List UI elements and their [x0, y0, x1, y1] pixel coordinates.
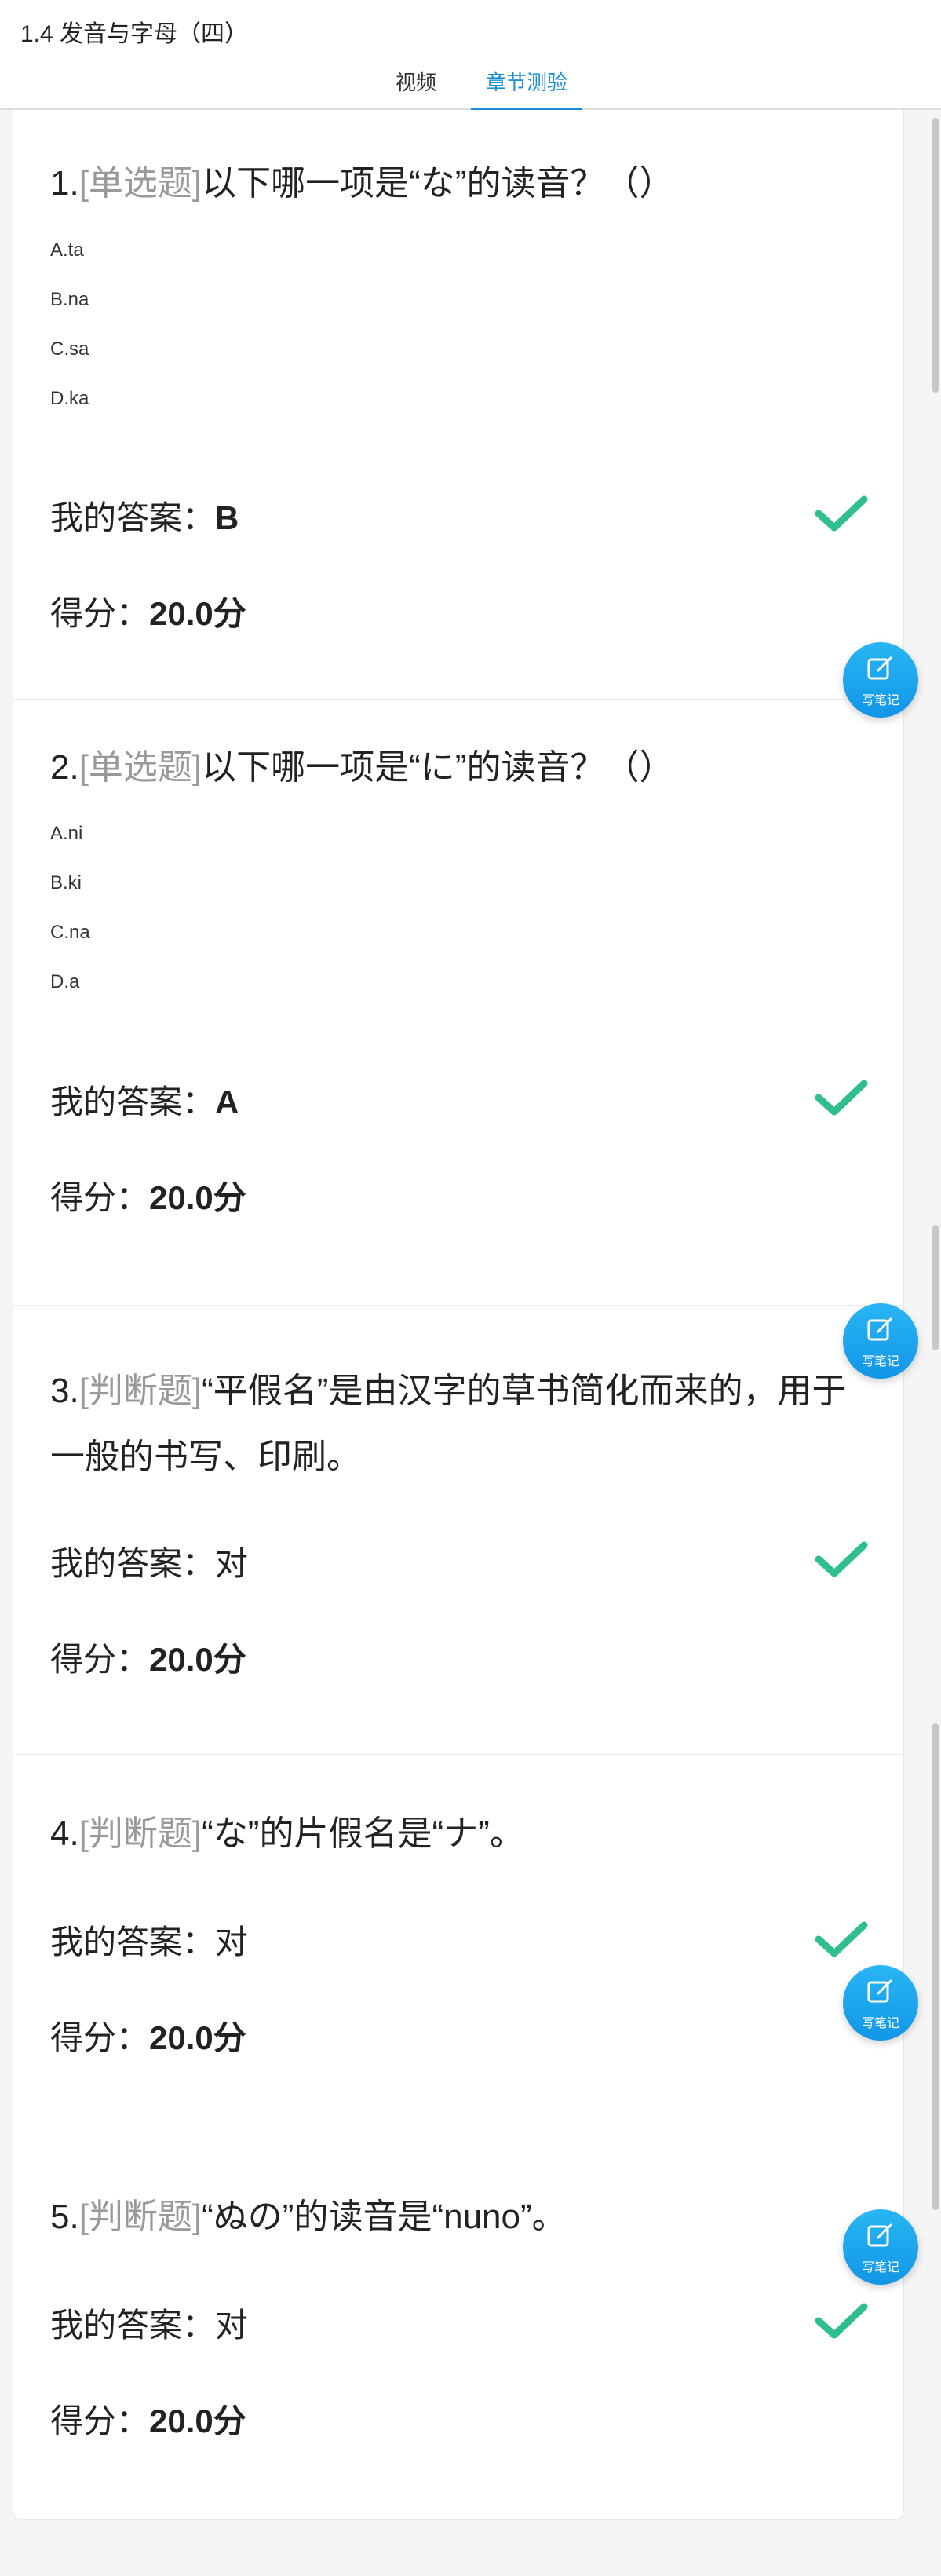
- score-prefix: 得分：: [50, 2019, 150, 2056]
- question-number: 2.: [50, 748, 79, 787]
- score: 得分：20.0分: [50, 1171, 246, 1219]
- write-note-button[interactable]: 写笔记: [843, 1303, 918, 1379]
- option-c: C.na: [50, 922, 90, 943]
- correct-check-icon: [815, 2303, 868, 2339]
- score-value: 20.0分: [149, 2402, 246, 2439]
- score-prefix: 得分：: [50, 1179, 150, 1216]
- question-number: 4.: [50, 1814, 79, 1853]
- question-type-tag: [判断题]: [78, 1814, 202, 1853]
- question-number: 3.: [50, 1372, 79, 1410]
- scrollbar-thumb[interactable]: [932, 1225, 939, 1350]
- score-prefix: 得分：: [50, 2402, 150, 2439]
- question-4: 4.[判断题]“な”的片假名是“ナ”。 我的答案：对 得分：20.0分: [13, 1754, 903, 2139]
- score-value: 20.0分: [149, 1179, 246, 1216]
- question-text: 以下哪一项是“に”的读音？（）: [202, 748, 674, 787]
- write-note-label: 写笔记: [861, 2261, 899, 2275]
- question-type-tag: [单选题]: [78, 748, 202, 787]
- question-text: “な”的片假名是“ナ”。: [202, 1814, 524, 1853]
- question-1: 1.[单选题]以下哪一项是“な”的读音？（） A.ta B.na C.sa D.…: [13, 110, 903, 700]
- score: 得分：20.0分: [50, 2395, 246, 2443]
- option-b: B.na: [50, 289, 89, 310]
- answer-prefix: 我的答案：: [50, 1924, 216, 1960]
- score-value: 20.0分: [149, 2019, 246, 2056]
- score-prefix: 得分：: [50, 595, 150, 632]
- question-number: 1.: [50, 164, 79, 203]
- edit-note-icon: [867, 656, 892, 680]
- option-c: C.sa: [50, 338, 89, 360]
- write-note-button[interactable]: 写笔记: [843, 1965, 918, 2041]
- question-type-tag: [单选题]: [78, 164, 202, 203]
- score-value: 20.0分: [149, 595, 246, 632]
- question-text: 以下哪一项是“な”的读音？（）: [202, 164, 674, 203]
- scrollbar-thumb[interactable]: [932, 118, 939, 393]
- edit-note-icon: [867, 2223, 892, 2247]
- question-text: “ぬの”的读音是“nuno”。: [202, 2198, 567, 2236]
- page-title: 1.4 发音与字母（四）: [20, 21, 249, 47]
- correct-check-icon: [815, 1080, 868, 1116]
- edit-note-icon: [867, 1979, 892, 2003]
- answer-value: B: [215, 499, 239, 536]
- my-answer: 我的答案：对: [50, 1537, 248, 1585]
- correct-check-icon: [815, 1541, 868, 1577]
- my-answer: 我的答案：B: [50, 491, 239, 539]
- answer-prefix: 我的答案：: [50, 1545, 216, 1582]
- answer-value: 对: [215, 1924, 249, 1960]
- question-title: 4.[判断题]“な”的片假名是“ナ”。: [50, 1801, 866, 1867]
- answer-prefix: 我的答案：: [50, 1083, 216, 1120]
- question-5: 5.[判断题]“ぬの”的读音是“nuno”。 我的答案：对 得分：20.0分: [13, 2139, 903, 2519]
- answer-prefix: 我的答案：: [50, 499, 216, 536]
- question-number: 5.: [50, 2198, 79, 2236]
- question-type-tag: [判断题]: [78, 2198, 202, 2236]
- tab-chapter-quiz[interactable]: 章节测验: [471, 63, 582, 111]
- question-type-tag: [判断题]: [78, 1372, 202, 1410]
- score: 得分：20.0分: [50, 587, 246, 635]
- quiz-card: 1.[单选题]以下哪一项是“な”的读音？（） A.ta B.na C.sa D.…: [13, 110, 904, 2520]
- my-answer: 我的答案：对: [50, 2299, 248, 2347]
- tab-video[interactable]: 视频: [361, 63, 471, 108]
- write-note-label: 写笔记: [861, 694, 899, 707]
- question-3: 3.[判断题]“平假名”是由汉字的草书简化而来的，用于一般的书写、印刷。 我的答…: [13, 1305, 903, 1755]
- question-title: 3.[判断题]“平假名”是由汉字的草书简化而来的，用于一般的书写、印刷。: [50, 1358, 866, 1490]
- write-note-button[interactable]: 写笔记: [843, 2209, 918, 2285]
- option-d: D.a: [50, 971, 80, 992]
- option-a: A.ni: [50, 823, 83, 844]
- question-title: 2.[单选题]以下哪一项是“に”的读音？（）: [50, 735, 866, 801]
- score-prefix: 得分：: [50, 1641, 150, 1678]
- question-title: 5.[判断题]“ぬの”的读音是“nuno”。: [50, 2184, 866, 2250]
- score: 得分：20.0分: [50, 1633, 246, 1681]
- question-title: 1.[单选题]以下哪一项是“な”的读音？（）: [50, 151, 866, 217]
- option-b: B.ki: [50, 872, 82, 893]
- option-d: D.ka: [50, 388, 89, 409]
- option-a: A.ta: [50, 239, 84, 261]
- my-answer: 我的答案：A: [50, 1076, 239, 1124]
- write-note-label: 写笔记: [861, 1355, 899, 1368]
- answer-value: 对: [215, 2307, 249, 2344]
- correct-check-icon: [815, 1921, 868, 1957]
- score-value: 20.0分: [149, 1641, 246, 1678]
- my-answer: 我的答案：对: [50, 1916, 248, 1964]
- score: 得分：20.0分: [50, 2011, 246, 2059]
- correct-check-icon: [815, 495, 868, 532]
- answer-value: A: [215, 1083, 239, 1120]
- edit-note-icon: [867, 1317, 892, 1341]
- question-2: 2.[单选题]以下哪一项是“に”的读音？（） A.ni B.ki C.na D.…: [13, 699, 903, 1306]
- tab-bar: 视频 章节测验: [0, 63, 941, 111]
- answer-value: 对: [215, 1545, 249, 1582]
- write-note-label: 写笔记: [861, 2017, 899, 2030]
- answer-prefix: 我的答案：: [50, 2307, 216, 2344]
- page-header: 1.4 发音与字母（四） 视频 章节测验: [0, 0, 941, 111]
- scrollbar-thumb[interactable]: [932, 1723, 939, 2210]
- write-note-button[interactable]: 写笔记: [843, 642, 918, 718]
